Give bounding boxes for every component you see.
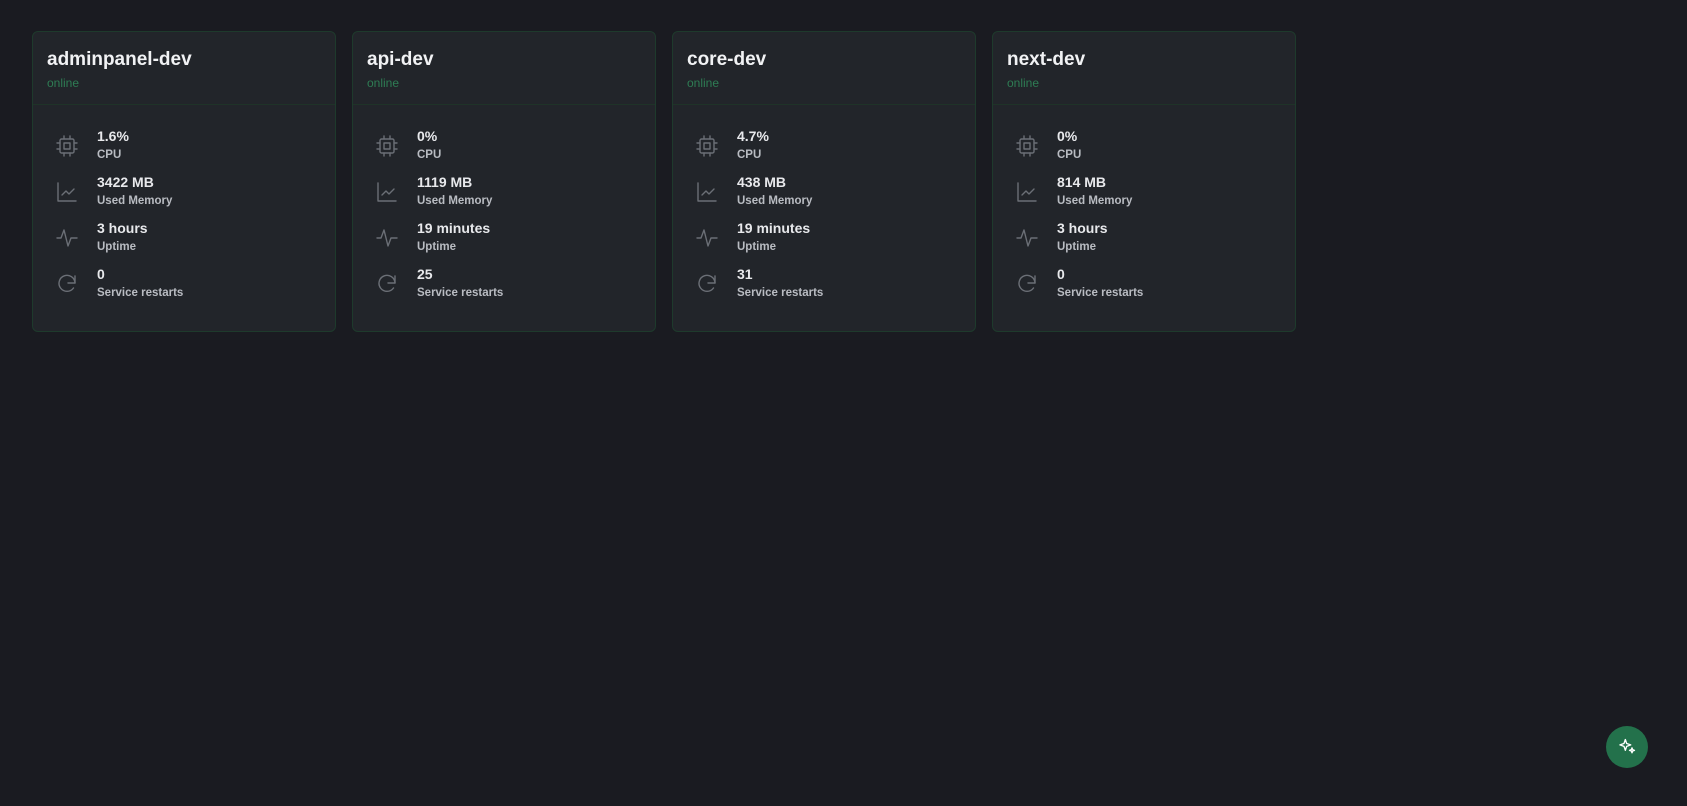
stat-label: CPU [1057, 149, 1082, 161]
stats-list: 4.7% CPU 438 MB Used Memory 19 minutes U… [673, 105, 975, 311]
service-card-next-dev[interactable]: next-dev online 0% CPU 814 MB Used Memor… [992, 31, 1296, 332]
card-header: adminpanel-dev online [33, 32, 335, 105]
chart-line-icon [1015, 180, 1039, 204]
stats-list: 0% CPU 814 MB Used Memory 3 hours Uptime… [993, 105, 1295, 311]
stat-label: Used Memory [417, 195, 493, 207]
stat-value: 25 [417, 266, 433, 282]
ai-assistant-button[interactable] [1606, 726, 1648, 768]
refresh-icon [1015, 272, 1039, 296]
stat-value: 1119 MB [417, 174, 473, 190]
stat-restarts: 0 Service restarts [55, 265, 335, 311]
stats-list: 0% CPU 1119 MB Used Memory 19 minutes Up… [353, 105, 655, 311]
stat-value: 19 minutes [417, 220, 491, 236]
stat-label: Service restarts [97, 287, 184, 299]
service-card-api-dev[interactable]: api-dev online 0% CPU 1119 MB Used Memor… [352, 31, 656, 332]
stat-value: 1.6% [97, 128, 129, 144]
stat-memory: 438 MB Used Memory [695, 173, 975, 219]
stat-value: 0 [97, 266, 105, 282]
stat-value: 0 [1057, 266, 1065, 282]
activity-icon [55, 226, 79, 250]
stat-value: 3422 MB [97, 174, 154, 190]
stat-memory: 3422 MB Used Memory [55, 173, 335, 219]
stat-uptime: 19 minutes Uptime [695, 219, 975, 265]
stat-uptime: 3 hours Uptime [1015, 219, 1295, 265]
stat-value: 4.7% [737, 128, 769, 144]
service-grid: adminpanel-dev online 1.6% CPU 3422 MB U… [32, 31, 1296, 332]
stat-uptime: 19 minutes Uptime [375, 219, 655, 265]
cpu-icon [1015, 134, 1039, 158]
stat-cpu: 0% CPU [375, 127, 655, 173]
stat-value: 31 [737, 266, 753, 282]
stat-label: Uptime [1057, 241, 1096, 253]
service-card-core-dev[interactable]: core-dev online 4.7% CPU 438 MB Used Mem… [672, 31, 976, 332]
stat-label: CPU [417, 149, 442, 161]
service-name: api-dev [367, 49, 434, 70]
stats-list: 1.6% CPU 3422 MB Used Memory 3 hours Upt… [33, 105, 335, 311]
refresh-icon [55, 272, 79, 296]
stat-label: Uptime [97, 241, 136, 253]
refresh-icon [695, 272, 719, 296]
stat-label: CPU [737, 149, 762, 161]
card-header: core-dev online [673, 32, 975, 105]
sparkles-icon [1617, 737, 1637, 757]
stat-restarts: 25 Service restarts [375, 265, 655, 311]
card-header: next-dev online [993, 32, 1295, 105]
stat-restarts: 31 Service restarts [695, 265, 975, 311]
stat-label: Service restarts [1057, 287, 1144, 299]
stat-value: 3 hours [1057, 220, 1108, 236]
status-text: online [367, 76, 400, 90]
stat-cpu: 0% CPU [1015, 127, 1295, 173]
stat-value: 0% [417, 128, 438, 144]
stat-value: 0% [1057, 128, 1078, 144]
chart-line-icon [375, 180, 399, 204]
stat-memory: 1119 MB Used Memory [375, 173, 655, 219]
cpu-icon [695, 134, 719, 158]
cpu-icon [375, 134, 399, 158]
status-text: online [47, 76, 80, 90]
stat-uptime: 3 hours Uptime [55, 219, 335, 265]
chart-line-icon [55, 180, 79, 204]
stat-value: 19 minutes [737, 220, 811, 236]
refresh-icon [375, 272, 399, 296]
stat-cpu: 1.6% CPU [55, 127, 335, 173]
service-name: core-dev [687, 49, 767, 70]
stat-value: 814 MB [1057, 174, 1107, 190]
status-text: online [687, 76, 720, 90]
stat-restarts: 0 Service restarts [1015, 265, 1295, 311]
stat-label: Used Memory [97, 195, 173, 207]
status-text: online [1007, 76, 1040, 90]
service-name: next-dev [1007, 49, 1086, 70]
chart-line-icon [695, 180, 719, 204]
stat-label: Uptime [737, 241, 776, 253]
stat-value: 438 MB [737, 174, 787, 190]
stat-memory: 814 MB Used Memory [1015, 173, 1295, 219]
activity-icon [375, 226, 399, 250]
stat-label: Used Memory [737, 195, 813, 207]
stat-label: Uptime [417, 241, 456, 253]
stat-label: Used Memory [1057, 195, 1133, 207]
cpu-icon [55, 134, 79, 158]
activity-icon [1015, 226, 1039, 250]
card-header: api-dev online [353, 32, 655, 105]
activity-icon [695, 226, 719, 250]
service-card-adminpanel-dev[interactable]: adminpanel-dev online 1.6% CPU 3422 MB U… [32, 31, 336, 332]
stat-value: 3 hours [97, 220, 148, 236]
stat-label: CPU [97, 149, 122, 161]
stat-cpu: 4.7% CPU [695, 127, 975, 173]
stat-label: Service restarts [417, 287, 504, 299]
service-name: adminpanel-dev [47, 49, 192, 70]
stat-label: Service restarts [737, 287, 824, 299]
